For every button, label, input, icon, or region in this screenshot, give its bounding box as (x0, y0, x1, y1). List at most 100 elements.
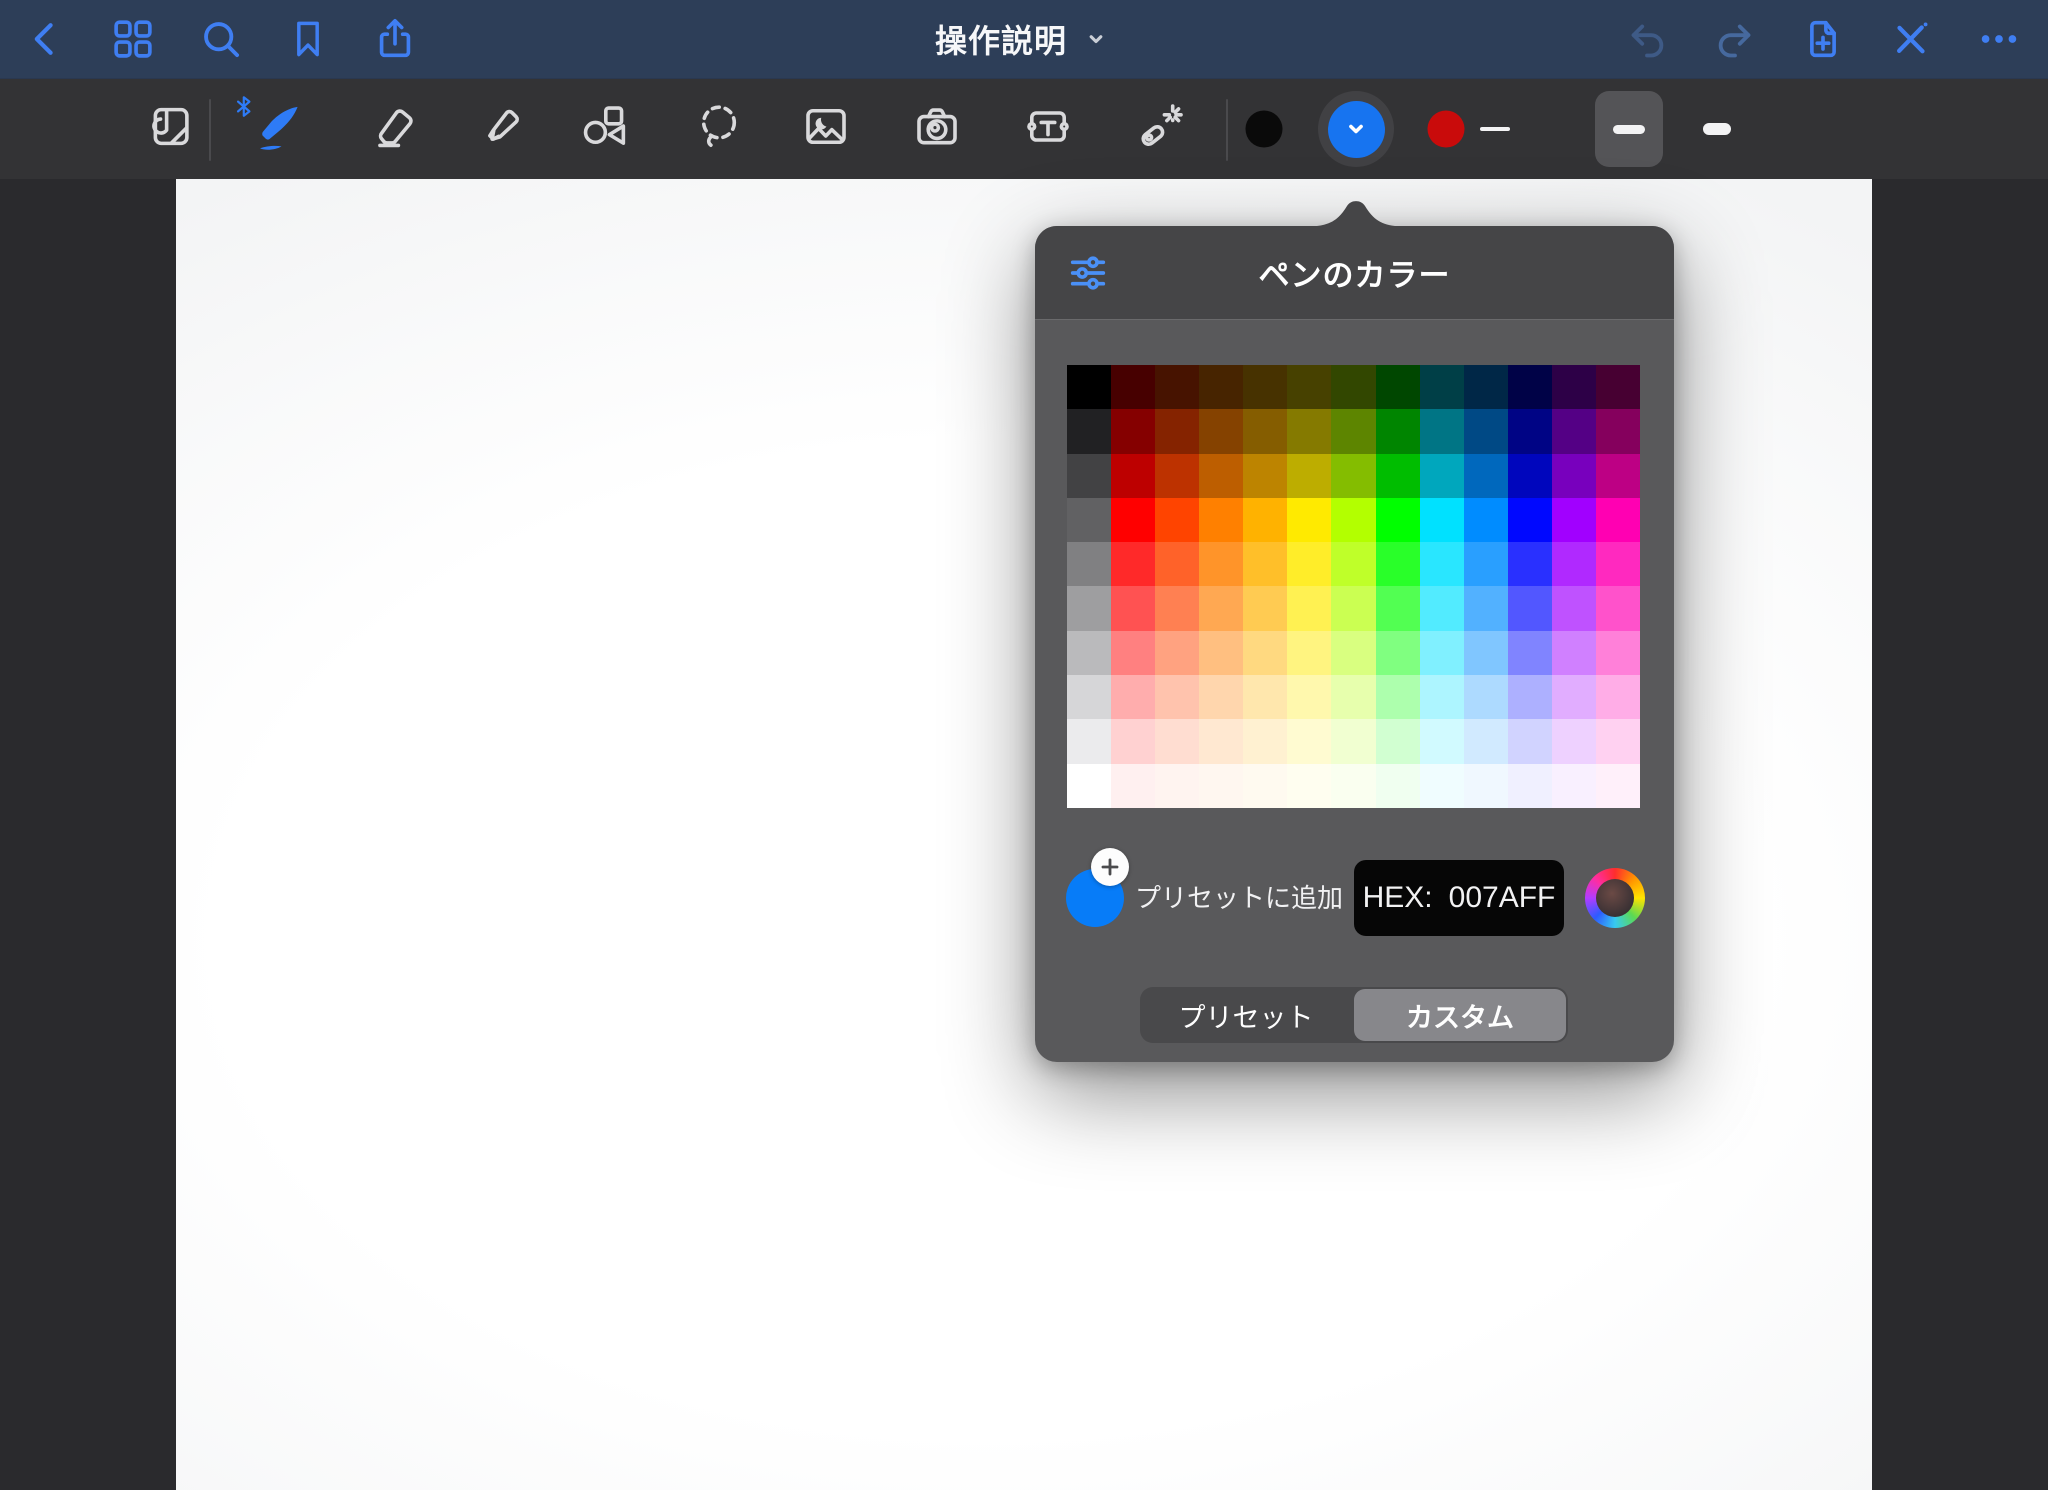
color-cell[interactable] (1243, 675, 1287, 719)
color-cell[interactable] (1376, 675, 1420, 719)
color-cell[interactable] (1596, 675, 1640, 719)
color-cell[interactable] (1287, 719, 1331, 763)
color-cell[interactable] (1067, 586, 1111, 630)
shapes-tool-button[interactable] (577, 100, 631, 159)
color-cell[interactable] (1243, 542, 1287, 586)
color-cell[interactable] (1199, 719, 1243, 763)
color-cell[interactable] (1331, 631, 1375, 675)
color-cell[interactable] (1199, 542, 1243, 586)
color-cell[interactable] (1464, 631, 1508, 675)
redo-button[interactable] (1712, 16, 1758, 62)
color-cell[interactable] (1420, 454, 1464, 498)
color-cell[interactable] (1243, 365, 1287, 409)
swatch-black-button[interactable] (1246, 111, 1283, 148)
color-cell[interactable] (1376, 409, 1420, 453)
text-tool-button[interactable] (1021, 100, 1075, 159)
color-cell[interactable] (1552, 586, 1596, 630)
color-cell[interactable] (1596, 409, 1640, 453)
color-cell[interactable] (1552, 365, 1596, 409)
color-cell[interactable] (1199, 409, 1243, 453)
color-cell[interactable] (1243, 498, 1287, 542)
color-cell[interactable] (1111, 675, 1155, 719)
image-tool-button[interactable] (799, 100, 853, 159)
color-cell[interactable] (1331, 586, 1375, 630)
color-cell[interactable] (1287, 365, 1331, 409)
color-cell[interactable] (1376, 764, 1420, 808)
color-cell[interactable] (1155, 675, 1199, 719)
color-cell[interactable] (1508, 542, 1552, 586)
tab-custom[interactable]: カスタム (1354, 989, 1566, 1041)
color-cell[interactable] (1596, 586, 1640, 630)
color-cell[interactable] (1111, 498, 1155, 542)
color-cell[interactable] (1508, 631, 1552, 675)
pen-mode-button[interactable] (1888, 16, 1934, 62)
color-cell[interactable] (1596, 542, 1640, 586)
thickness-thin-button[interactable] (1480, 127, 1510, 131)
color-cell[interactable] (1464, 498, 1508, 542)
add-to-preset-button[interactable] (1091, 848, 1129, 886)
color-cell[interactable] (1243, 409, 1287, 453)
color-cell[interactable] (1331, 675, 1375, 719)
color-cell[interactable] (1596, 719, 1640, 763)
search-button[interactable] (198, 16, 244, 62)
share-button[interactable] (372, 16, 418, 62)
color-cell[interactable] (1508, 675, 1552, 719)
color-cell[interactable] (1243, 764, 1287, 808)
color-cell[interactable] (1464, 719, 1508, 763)
swatch-red-button[interactable] (1428, 111, 1465, 148)
color-cell[interactable] (1464, 675, 1508, 719)
add-page-button[interactable] (1800, 16, 1846, 62)
color-cell[interactable] (1243, 586, 1287, 630)
color-cell[interactable] (1067, 631, 1111, 675)
color-cell[interactable] (1199, 498, 1243, 542)
color-cell[interactable] (1243, 454, 1287, 498)
color-cell[interactable] (1552, 719, 1596, 763)
color-cell[interactable] (1199, 586, 1243, 630)
color-cell[interactable] (1552, 498, 1596, 542)
color-cell[interactable] (1376, 365, 1420, 409)
thumbnails-button[interactable] (110, 16, 156, 62)
thickness-thick-button[interactable] (1703, 123, 1731, 135)
color-cell[interactable] (1111, 719, 1155, 763)
color-cell[interactable] (1111, 409, 1155, 453)
color-cell[interactable] (1464, 409, 1508, 453)
color-cell[interactable] (1464, 586, 1508, 630)
tab-preset[interactable]: プリセット (1140, 987, 1352, 1043)
color-cell[interactable] (1287, 675, 1331, 719)
color-cell[interactable] (1420, 675, 1464, 719)
color-cell[interactable] (1067, 719, 1111, 763)
color-cell[interactable] (1376, 454, 1420, 498)
color-cell[interactable] (1420, 498, 1464, 542)
color-cell[interactable] (1596, 631, 1640, 675)
color-cell[interactable] (1508, 409, 1552, 453)
color-cell[interactable] (1376, 586, 1420, 630)
color-cell[interactable] (1420, 365, 1464, 409)
color-cell[interactable] (1155, 586, 1199, 630)
color-cell[interactable] (1420, 586, 1464, 630)
color-cell[interactable] (1508, 498, 1552, 542)
thickness-medium-button[interactable] (1595, 91, 1663, 167)
color-cell[interactable] (1508, 719, 1552, 763)
color-cell[interactable] (1243, 631, 1287, 675)
color-cell[interactable] (1111, 631, 1155, 675)
color-cell[interactable] (1287, 631, 1331, 675)
color-cell[interactable] (1067, 498, 1111, 542)
color-cell[interactable] (1331, 454, 1375, 498)
color-cell[interactable] (1067, 675, 1111, 719)
color-cell[interactable] (1111, 586, 1155, 630)
color-cell[interactable] (1464, 764, 1508, 808)
color-cell[interactable] (1155, 719, 1199, 763)
color-cell[interactable] (1596, 454, 1640, 498)
color-cell[interactable] (1067, 365, 1111, 409)
color-cell[interactable] (1552, 764, 1596, 808)
color-cell[interactable] (1552, 675, 1596, 719)
document-title-button[interactable]: 操作説明 (935, 0, 1113, 78)
color-cell[interactable] (1596, 498, 1640, 542)
bookmark-button[interactable] (286, 17, 330, 61)
color-cell[interactable] (1199, 365, 1243, 409)
color-cell[interactable] (1287, 409, 1331, 453)
color-cell[interactable] (1420, 719, 1464, 763)
color-cell[interactable] (1376, 631, 1420, 675)
color-cell[interactable] (1552, 631, 1596, 675)
color-cell[interactable] (1508, 365, 1552, 409)
